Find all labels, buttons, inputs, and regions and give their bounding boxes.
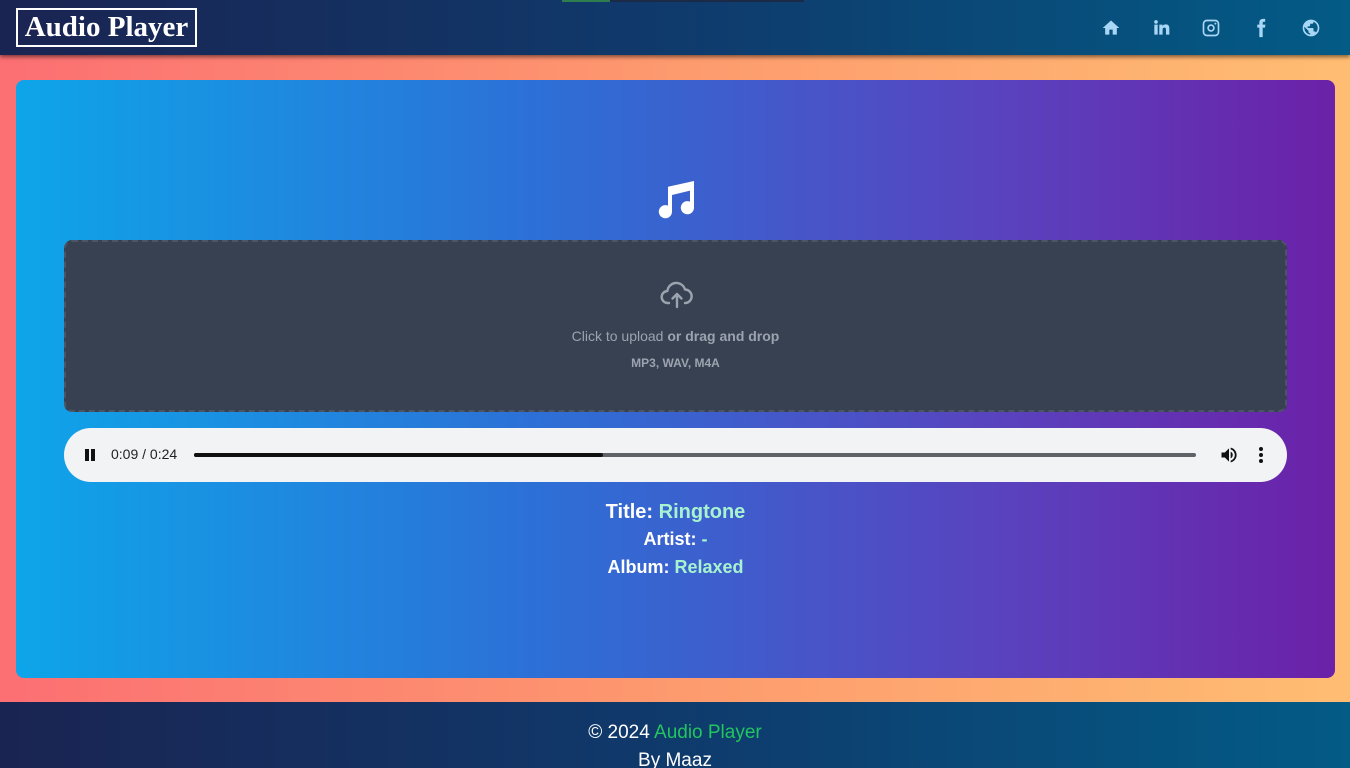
loading-bar [562,0,804,2]
facebook-link[interactable] [1236,14,1286,42]
track-artist: Artist: - [16,529,1335,550]
globe-icon [1302,19,1320,37]
footer: © 2024 Audio Player By Maaz [0,702,1350,768]
track-title: Title: Ringtone [16,501,1335,524]
cloud-upload-icon [660,280,694,310]
social-nav [1086,14,1336,42]
header: Audio Player [0,0,1350,55]
seek-bar-progress [194,453,603,457]
supported-formats: MP3, WAV, M4A [631,356,720,370]
time-display: 0:09 / 0:24 [111,446,178,462]
title-label: Title: [605,501,654,523]
dot [1259,453,1263,457]
linkedin-icon [1154,20,1170,35]
pause-button[interactable] [82,447,98,463]
music-note-icon [652,176,700,224]
copyright-year: © 2024 [588,722,650,743]
dot [1259,447,1263,451]
footer-brand-link[interactable]: Audio Player [654,722,762,743]
upload-instructions: Click to upload or drag and drop [66,328,1285,344]
globe-link[interactable] [1286,14,1336,42]
copyright: © 2024 Audio Player [0,722,1350,744]
album-value: Relaxed [674,557,744,577]
instagram-link[interactable] [1186,14,1236,42]
title-value: Ringtone [658,501,746,523]
album-label: Album: [607,557,670,577]
track-album: Album: Relaxed [16,557,1335,578]
upload-dropzone[interactable]: Click to upload or drag and drop MP3, WA… [64,240,1287,412]
home-icon [1102,20,1120,35]
brand-logo[interactable]: Audio Player [16,8,197,47]
volume-icon [1221,447,1237,463]
volume-button[interactable] [1219,445,1239,465]
linkedin-link[interactable] [1136,14,1186,42]
click-to-upload-text: Click to upload [571,328,664,344]
more-options-button[interactable] [1252,445,1270,465]
seek-bar[interactable] [194,453,1196,457]
artist-value: - [701,529,708,549]
artist-label: Artist: [643,529,697,549]
instagram-icon [1202,19,1220,37]
byline: By Maaz [638,750,712,768]
dot [1259,459,1263,463]
facebook-icon [1257,18,1266,38]
player-card: Click to upload or drag and drop MP3, WA… [16,80,1335,678]
drag-and-drop-text: or drag and drop [667,328,780,344]
home-link[interactable] [1086,14,1136,42]
audio-player: 0:09 / 0:24 [64,428,1287,482]
